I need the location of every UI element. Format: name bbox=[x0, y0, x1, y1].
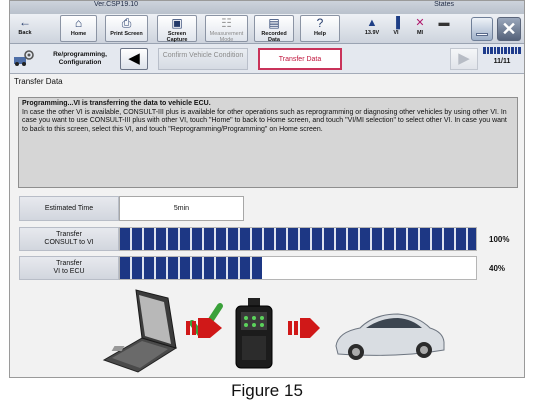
page-block bbox=[486, 47, 490, 54]
transfer-consult-to-vi-percent: 100% bbox=[489, 235, 510, 244]
screen-capture-label: Screen Capture bbox=[166, 31, 188, 43]
triangle-right-icon: ▶ bbox=[458, 50, 470, 67]
page-block bbox=[500, 47, 504, 54]
back-arrow-icon: ← bbox=[19, 15, 31, 29]
version-label: Ver.CSP19.10 bbox=[94, 1, 138, 8]
page-block bbox=[511, 47, 514, 54]
battery-voltage: 13.9V bbox=[364, 30, 380, 36]
home-button[interactable]: ⌂ Home bbox=[60, 15, 97, 42]
mi-status[interactable]: ✕ MI bbox=[408, 16, 432, 36]
transfer-label-line1: Transfer bbox=[56, 260, 82, 267]
figure-caption: Figure 15 bbox=[231, 381, 303, 400]
page-block bbox=[497, 47, 500, 54]
laptop-icon bbox=[102, 289, 178, 373]
page-block bbox=[504, 47, 507, 54]
recorded-data-icon: ▤ bbox=[268, 16, 280, 30]
message-box: Programming...VI is transferring the dat… bbox=[18, 97, 518, 188]
mi-label: MI bbox=[416, 30, 424, 36]
consult-window: Ver.CSP19.10 States ← Back ⌂ Home ⎙ Prin… bbox=[9, 0, 525, 378]
battery-status[interactable]: ▲ 13.9V bbox=[360, 16, 384, 36]
transfer-vi-to-ecu-label: Transfer VI to ECU bbox=[19, 256, 119, 280]
close-icon: ✕ bbox=[501, 19, 517, 39]
print-screen-button[interactable]: ⎙ Print Screen bbox=[105, 15, 148, 42]
breadcrumb: Re/programming, Configuration ◀ Confirm … bbox=[10, 44, 524, 74]
print-screen-label: Print Screen bbox=[110, 31, 143, 37]
progress-fill bbox=[120, 257, 263, 279]
progress-fill bbox=[120, 228, 476, 250]
status-icons: ▲ 13.9V ▐ VI ✕ MI ▬ bbox=[360, 16, 450, 42]
help-button[interactable]: ? Help bbox=[300, 15, 340, 42]
connector-status[interactable]: ▬ bbox=[432, 16, 456, 30]
transfer-label-line2: CONSULT to VI bbox=[44, 239, 94, 246]
message-body: In case the other VI is available, CONSU… bbox=[22, 108, 507, 133]
page-block bbox=[490, 47, 493, 54]
transfer-vi-to-ecu-progress bbox=[119, 256, 477, 280]
page-block bbox=[514, 47, 518, 54]
estimated-time-value: 5min bbox=[119, 196, 244, 221]
vi-device-icon bbox=[235, 298, 273, 369]
page-title: Transfer Data bbox=[14, 77, 63, 86]
step-confirm-vehicle-condition[interactable]: Confirm Vehicle Condition bbox=[158, 48, 248, 70]
transfer-label-line2: VI to ECU bbox=[53, 268, 85, 275]
toolbar: ← Back ⌂ Home ⎙ Print Screen ▣ Screen Ca… bbox=[10, 14, 524, 44]
breadcrumb-forward-button[interactable]: ▶ bbox=[450, 48, 478, 70]
step-label: Confirm Vehicle Condition bbox=[162, 52, 244, 59]
help-button-label: Help bbox=[314, 31, 326, 37]
connector-icon: ▬ bbox=[438, 17, 450, 29]
transfer-vi-to-ecu-percent: 40% bbox=[489, 264, 506, 273]
signal-icon: ▐ bbox=[392, 17, 400, 29]
transfer-illustration bbox=[102, 289, 445, 373]
page-block bbox=[507, 47, 511, 54]
transfer-consult-to-vi-label: Transfer CONSULT to VI bbox=[19, 227, 119, 251]
estimated-time-label: Estimated Time bbox=[19, 196, 119, 221]
close-button[interactable]: ✕ bbox=[497, 17, 521, 41]
message-headline: Programming...VI is transferring the dat… bbox=[22, 100, 211, 107]
page-number: 11/11 bbox=[493, 58, 511, 65]
help-icon: ? bbox=[316, 16, 324, 30]
measurement-icon: ☷ bbox=[221, 16, 232, 30]
mi-disconnected-icon: ✕ bbox=[415, 17, 425, 29]
vi-status[interactable]: ▐ VI bbox=[384, 16, 408, 36]
page-block bbox=[483, 47, 486, 54]
screen-capture-button[interactable]: ▣ Screen Capture bbox=[157, 15, 197, 43]
back-button[interactable]: ← Back bbox=[12, 15, 38, 42]
measurement-mode-button[interactable]: ☷ Measurement Mode bbox=[205, 15, 248, 43]
vi-label: VI bbox=[393, 30, 399, 36]
minimize-button[interactable] bbox=[471, 17, 493, 41]
triangle-left-icon: ◀ bbox=[128, 50, 140, 67]
measurement-mode-label: Measurement Mode bbox=[209, 31, 244, 43]
transfer-consult-to-vi-progress bbox=[119, 227, 477, 251]
car-icon bbox=[335, 313, 445, 360]
page-indicator: 11/11 bbox=[483, 47, 522, 71]
camera-icon: ▣ bbox=[171, 16, 183, 30]
recorded-data-label: Recorded Data bbox=[261, 31, 287, 43]
page-blocks bbox=[483, 47, 522, 54]
breadcrumb-home-label: Re/programming, Configuration bbox=[53, 51, 107, 66]
breadcrumb-home[interactable]: Re/programming, Configuration bbox=[13, 46, 121, 71]
home-icon: ⌂ bbox=[74, 16, 83, 30]
printer-icon: ⎙ bbox=[121, 16, 132, 30]
status-label: States bbox=[434, 1, 454, 8]
breadcrumb-back-button[interactable]: ◀ bbox=[120, 48, 148, 70]
back-button-label: Back bbox=[18, 30, 32, 36]
step-transfer-data[interactable]: Transfer Data bbox=[258, 48, 342, 70]
title-strip: Ver.CSP19.10 States bbox=[10, 1, 524, 14]
home-button-label: Home bbox=[70, 31, 87, 37]
transfer-label-line1: Transfer bbox=[56, 231, 82, 238]
minimize-icon bbox=[476, 33, 488, 36]
arrow-right-icon bbox=[288, 318, 320, 338]
page-block bbox=[493, 47, 497, 54]
car-battery-icon: ▲ bbox=[366, 17, 378, 29]
step-label: Transfer Data bbox=[278, 56, 322, 63]
recorded-data-button[interactable]: ▤ Recorded Data bbox=[254, 15, 294, 43]
page-block bbox=[518, 47, 522, 54]
reprogramming-icon bbox=[13, 49, 35, 67]
